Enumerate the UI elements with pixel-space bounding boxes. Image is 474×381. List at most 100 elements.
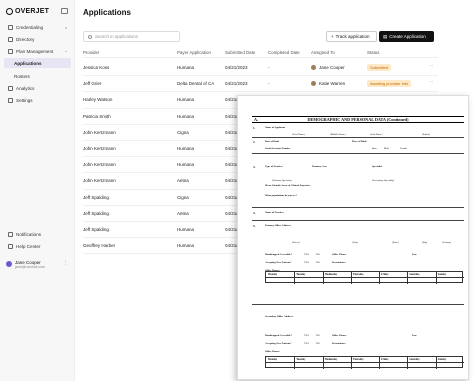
form-section-secondary-office: Secondary Office Address: Handicapped Ac…: [265, 315, 417, 353]
payer-cell: Aetna: [177, 178, 189, 184]
collapse-sidebar-icon[interactable]: [61, 8, 68, 14]
more-options-icon[interactable]: ⋮: [63, 260, 68, 266]
page-title: Applications: [83, 8, 132, 17]
brand-logo[interactable]: OVERJET: [6, 8, 49, 15]
form-section-birth: 2. Date of Birth Place of Birth Social S…: [252, 139, 464, 154]
credentialing-icon: [8, 24, 13, 30]
day-header: Tuesday: [296, 358, 306, 361]
user-name: Jane Cooper: [15, 259, 41, 265]
table-row[interactable]: Jeff Grier Delta Dental of CA 04/21/2023 - K…: [83, 76, 438, 93]
bell-icon: [8, 231, 13, 237]
document-icon: ▤: [383, 33, 388, 39]
payer-cell: Humana: [177, 227, 195, 232]
user-profile[interactable]: Jane Cooper jane@ovrclick.com ⋮: [4, 256, 71, 272]
table-divider: [266, 362, 464, 363]
chevron-up-icon: ^: [65, 48, 67, 54]
day-header: Thursday: [352, 273, 364, 276]
table-divider: [407, 272, 409, 284]
sidebar-item-plan-management[interactable]: Plan Management ^: [4, 46, 71, 56]
row-menu-icon[interactable]: ⋯: [429, 63, 434, 69]
column-status[interactable]: Status: [367, 50, 379, 55]
payer-cell: Humana: [177, 65, 195, 70]
submitted-date-cell: 04/21/2023: [225, 81, 248, 87]
table-row[interactable]: Jessica Koss Humana 04/21/2023 - Jane Cooper…: [83, 60, 438, 77]
column-payer-application[interactable]: Payer Application: [177, 50, 211, 55]
assignee-name: Jane Cooper: [319, 65, 345, 70]
user-email: jane@ovrclick.com: [15, 264, 46, 269]
provider-cell: John Kertzmann: [83, 178, 116, 184]
table-divider: [294, 357, 295, 369]
provider-cell: Harley Watson: [83, 97, 113, 103]
form-section-primary-office: 5. Primary Office Address: (Street) (Cit…: [252, 223, 464, 305]
payer-cell: Cigna: [177, 194, 189, 200]
table-divider: [294, 272, 295, 284]
status-badge: Awaiting provider info: [367, 80, 412, 88]
submitted-date-cell: 04/21/2023: [225, 65, 248, 70]
day-header: Wednesday: [324, 273, 338, 276]
column-submitted-date[interactable]: Submitted Date: [225, 50, 255, 55]
table-divider: [266, 277, 464, 278]
day-header: Sunday: [437, 358, 447, 361]
column-provider[interactable]: Provider: [83, 50, 99, 55]
sidebar-item-help-center[interactable]: Help Center: [4, 241, 71, 251]
sidebar-item-notifications[interactable]: Notifications: [4, 229, 71, 239]
help-icon: [8, 243, 13, 249]
avatar: [6, 261, 12, 267]
provider-cell: Jeff Grier: [83, 81, 102, 87]
table-divider: [350, 272, 352, 284]
assignee-name: Katie Warren: [319, 81, 346, 87]
overjet-logo-icon: [6, 8, 13, 15]
plan-management-icon: [8, 48, 13, 54]
create-application-button[interactable]: ▤ Create Application: [379, 31, 434, 42]
payer-cell: Humana: [177, 113, 195, 119]
search-icon: [88, 34, 92, 39]
day-header: Sunday: [437, 273, 447, 276]
row-menu-icon[interactable]: ⋯: [429, 79, 434, 85]
provider-cell: Patricia Smith: [83, 113, 111, 119]
sidebar-item-rosters[interactable]: Rosters: [4, 71, 71, 81]
column-completed-date[interactable]: Completed Date: [268, 50, 300, 55]
completed-date-cell: -: [268, 65, 270, 70]
provider-cell: John Kertzmann: [83, 162, 116, 168]
app-window: OVERJET Credentialing v Directory Plan Ma…: [0, 0, 474, 381]
sidebar-item-applications[interactable]: Applications: [4, 58, 71, 68]
table-divider: [322, 357, 324, 369]
day-header: Friday: [381, 273, 389, 276]
track-application-button[interactable]: + Track application: [326, 31, 377, 42]
provider-cell: Jeff Spalding: [83, 194, 109, 200]
status-badge: Submitted: [367, 64, 392, 71]
table-divider: [379, 357, 380, 369]
secondary-office-hours-table: Monday Tuesday Wednesday Thursday Friday Satu…: [265, 356, 464, 369]
day-header: Wednesday: [324, 358, 338, 361]
sidebar-item-settings[interactable]: Settings: [4, 95, 71, 105]
payer-cell: Humana: [177, 97, 195, 103]
sidebar-item-directory[interactable]: Directory: [4, 34, 71, 44]
table-divider: [435, 357, 437, 369]
table-divider: [322, 272, 324, 284]
primary-office-hours-table: Monday Tuesday Wednesday Thursday Friday Satu…: [265, 271, 464, 284]
day-header: Saturday: [409, 273, 420, 276]
application-form-preview: A. DEMOGRAPHIC AND PERSONAL DATA (Continu…: [237, 95, 469, 380]
avatar: [311, 81, 316, 87]
table-divider: [435, 272, 437, 284]
assignee-cell: Katie Warren: [311, 81, 346, 87]
column-assigned-to[interactable]: Assigned To: [311, 50, 335, 55]
table-divider: [379, 272, 380, 284]
day-header: Monday: [268, 358, 278, 361]
payer-cell: Delta Dental of CA: [177, 81, 215, 87]
search-input[interactable]: Search in applications: [83, 31, 180, 42]
avatar: [311, 65, 316, 70]
provider-cell: Jeff Spalding: [83, 210, 109, 216]
day-header: Thursday: [352, 358, 364, 361]
form-section-practice-name: 4. Name of Practice:: [252, 210, 464, 221]
payer-cell: Humana: [177, 146, 195, 151]
completed-date-cell: -: [268, 81, 270, 87]
sidebar-item-credentialing[interactable]: Credentialing v: [4, 22, 71, 32]
payer-cell: Aetna: [177, 210, 189, 216]
sidebar-item-analytics[interactable]: Analytics: [4, 83, 71, 93]
day-header: Monday: [268, 273, 278, 276]
payer-cell: Humana: [177, 243, 195, 249]
directory-icon: [8, 36, 13, 42]
provider-cell: John Kertzmann: [83, 129, 116, 135]
form-title: A. DEMOGRAPHIC AND PERSONAL DATA (Continu…: [252, 116, 464, 123]
